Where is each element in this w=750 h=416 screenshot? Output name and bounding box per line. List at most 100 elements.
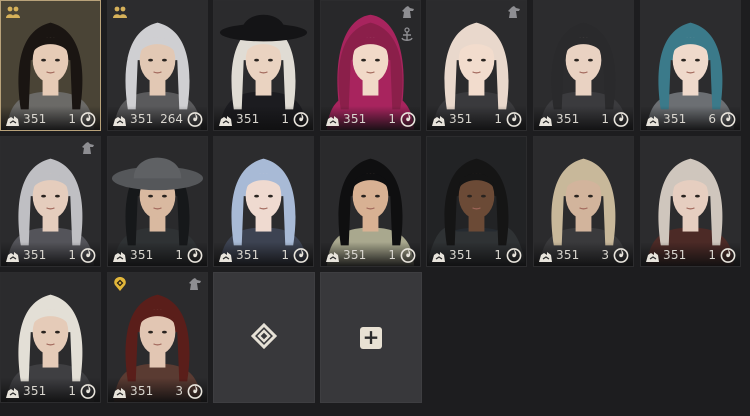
character-card[interactable]: 351 1 — [107, 136, 208, 267]
level-icon — [431, 112, 446, 126]
energy-icon — [187, 246, 203, 263]
level-icon — [431, 248, 446, 262]
energy-count: 3 — [175, 384, 183, 398]
character-level: 351 — [343, 248, 367, 262]
character-level: 351 — [23, 112, 47, 126]
character-level: 351 — [23, 248, 47, 262]
level-icon — [112, 112, 127, 126]
horse-icon — [80, 140, 96, 154]
character-card[interactable]: 351 1 — [213, 136, 314, 267]
character-stats: 351 6 — [641, 106, 740, 130]
character-stats: 351 1 — [427, 106, 526, 130]
energy-count: 1 — [708, 248, 716, 262]
level-icon — [112, 248, 127, 262]
character-grid: 351 1 351 264 351 1 351 1 351 1 351 1 351 6 351 1 351 1 35… — [0, 0, 750, 416]
character-card[interactable]: 351 6 — [640, 0, 741, 131]
character-card[interactable]: 351 1 — [0, 272, 101, 403]
energy-icon — [400, 110, 416, 127]
level-icon — [538, 248, 553, 262]
character-card[interactable]: 351 1 — [426, 136, 527, 267]
energy-icon — [293, 246, 309, 263]
horse-icon — [506, 4, 522, 18]
character-card[interactable]: 351 3 — [107, 272, 208, 403]
energy-icon — [720, 110, 736, 127]
character-stats: 351 1 — [1, 242, 100, 266]
character-stats: 351 1 — [1, 378, 100, 402]
character-stats: 351 1 — [214, 242, 313, 266]
energy-icon — [720, 246, 736, 263]
empty-character-slot[interactable] — [213, 272, 315, 403]
character-level: 351 — [236, 112, 260, 126]
level-icon — [325, 112, 340, 126]
character-level: 351 — [663, 112, 687, 126]
energy-icon — [80, 382, 96, 399]
anchor-icon — [400, 27, 416, 43]
character-card[interactable]: 351 3 — [533, 136, 634, 267]
energy-count: 1 — [388, 112, 396, 126]
character-card[interactable]: 351 264 — [107, 0, 208, 131]
level-icon — [645, 112, 660, 126]
energy-icon — [80, 110, 96, 127]
energy-count: 1 — [601, 112, 609, 126]
character-card[interactable]: 351 1 — [0, 136, 101, 267]
character-stats: 351 1 — [1, 106, 100, 130]
energy-icon — [506, 110, 522, 127]
energy-count: 1 — [68, 112, 76, 126]
energy-icon — [187, 382, 203, 399]
character-stats: 351 1 — [427, 242, 526, 266]
character-card[interactable]: 351 1 — [640, 136, 741, 267]
character-card[interactable]: 351 1 — [320, 0, 421, 131]
energy-count: 1 — [68, 248, 76, 262]
add-character-slot[interactable]: + — [320, 272, 422, 403]
energy-count: 1 — [175, 248, 183, 262]
character-card[interactable]: 351 1 — [213, 0, 314, 131]
energy-count: 6 — [708, 112, 716, 126]
character-level: 351 — [130, 384, 154, 398]
level-icon — [5, 248, 20, 262]
character-level: 351 — [556, 112, 580, 126]
energy-count: 3 — [601, 248, 609, 262]
character-card[interactable]: 351 1 — [426, 0, 527, 131]
energy-count: 1 — [494, 112, 502, 126]
energy-icon — [613, 110, 629, 127]
energy-icon — [400, 246, 416, 263]
level-icon — [112, 384, 127, 398]
energy-count: 1 — [281, 112, 289, 126]
character-level: 351 — [449, 112, 473, 126]
character-level: 351 — [343, 112, 367, 126]
energy-icon — [293, 110, 309, 127]
character-level: 351 — [556, 248, 580, 262]
energy-icon — [80, 246, 96, 263]
energy-count: 1 — [494, 248, 502, 262]
character-slot-icon — [250, 322, 278, 353]
add-icon[interactable]: + — [360, 326, 382, 349]
energy-count: 1 — [281, 248, 289, 262]
family-icon — [112, 4, 128, 18]
horse-icon — [400, 4, 416, 18]
character-stats: 351 3 — [534, 242, 633, 266]
energy-icon — [506, 246, 522, 263]
character-level: 351 — [449, 248, 473, 262]
level-icon — [5, 112, 20, 126]
energy-count: 1 — [68, 384, 76, 398]
character-stats: 351 1 — [108, 242, 207, 266]
character-level: 351 — [130, 248, 154, 262]
character-stats: 351 264 — [108, 106, 207, 130]
energy-icon — [613, 246, 629, 263]
level-icon — [218, 248, 233, 262]
character-stats: 351 1 — [641, 242, 740, 266]
character-card[interactable]: 351 1 — [533, 0, 634, 131]
level-icon — [5, 384, 20, 398]
character-level: 351 — [663, 248, 687, 262]
character-card[interactable]: 351 1 — [0, 0, 101, 131]
character-stats: 351 1 — [321, 242, 420, 266]
character-stats: 351 1 — [534, 106, 633, 130]
level-icon — [325, 248, 340, 262]
character-card[interactable]: 351 1 — [320, 136, 421, 267]
location-icon — [112, 276, 128, 291]
energy-count: 264 — [160, 112, 183, 126]
energy-icon — [187, 110, 203, 127]
character-level: 351 — [236, 248, 260, 262]
character-level: 351 — [130, 112, 154, 126]
level-icon — [538, 112, 553, 126]
